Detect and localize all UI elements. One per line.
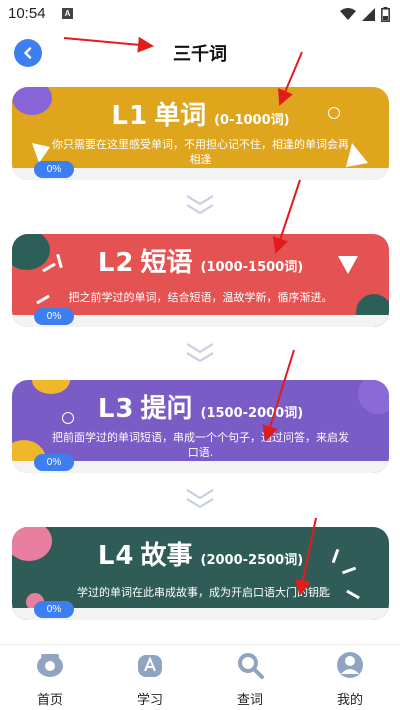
level-card-l4[interactable]: L4 故事 (2000-2500词) 学过的单词在此串成故事，成为开启口语大门的钥匙… xyxy=(12,527,389,620)
level-name: 故事 xyxy=(140,541,193,571)
tab-profile[interactable]: 我的 xyxy=(320,651,380,708)
tab-label: 学习 xyxy=(136,693,163,708)
level-card-l2[interactable]: L2 短语 (1000-1500词) 把之前学过的单词，结合短语，温故学新，循序渐进… xyxy=(12,234,389,327)
tab-label: 我的 xyxy=(336,693,363,708)
battery-icon xyxy=(381,7,390,22)
bottom-tab-bar: 首页 学习 查词 我的 xyxy=(0,644,400,710)
level-code: L4 xyxy=(97,541,135,571)
level-description: 把之前学过的单词，结合短语，温故学新，循序渐进。 xyxy=(68,291,333,304)
page-title: 三千词 xyxy=(173,44,227,65)
search-icon xyxy=(238,653,264,679)
level-heading: L2 短语 (1000-1500词) xyxy=(12,242,389,279)
progress-badge: 0% xyxy=(34,454,74,471)
level-range: (1500-2000词) xyxy=(200,406,304,421)
level-description: 把前面学过的单词短语，串成一个个句子，通过问答，来启发口语. xyxy=(52,431,349,459)
decor-triangle xyxy=(346,143,368,167)
progress-badge: 0% xyxy=(34,308,74,325)
tab-label: 首页 xyxy=(36,693,63,708)
level-range: (1000-1500词) xyxy=(200,260,304,275)
chevron-down-icon xyxy=(186,489,214,509)
level-range: (2000-2500词) xyxy=(200,553,304,568)
level-card-l1[interactable]: L1 单词 (0-1000词) 你只需要在这里感受单词，不用担心记不住，相逢的单词会… xyxy=(12,87,389,180)
level-name: 短语 xyxy=(140,248,193,278)
study-icon xyxy=(138,655,162,677)
notification-a-icon: A xyxy=(62,8,73,19)
status-time: 10:54 xyxy=(8,5,46,22)
tab-home[interactable]: 首页 xyxy=(20,651,80,708)
level-code: L1 xyxy=(111,101,149,131)
level-range: (0-1000词) xyxy=(214,113,290,128)
level-description: 你只需要在这里感受单词，不用担心记不住，相逢的单词会再相逢 xyxy=(52,138,349,166)
status-bar: 10:54 A xyxy=(0,0,400,28)
progress-badge: 0% xyxy=(34,601,74,618)
tab-search[interactable]: 查词 xyxy=(220,651,280,708)
decor-triangle xyxy=(32,143,50,163)
level-description: 学过的单词在此串成故事，成为开启口语大门的钥匙 xyxy=(77,586,330,599)
chevron-down-icon xyxy=(186,195,214,215)
level-name: 提问 xyxy=(140,394,193,424)
progress-badge: 0% xyxy=(34,161,74,178)
profile-icon xyxy=(337,652,363,678)
home-icon xyxy=(37,654,63,677)
level-code: L2 xyxy=(97,248,135,278)
tab-study[interactable]: 学习 xyxy=(120,651,180,708)
level-card-l3[interactable]: L3 提问 (1500-2000词) 把前面学过的单词短语，串成一个个句子，通过问答… xyxy=(12,380,389,473)
chevron-down-icon xyxy=(186,343,214,363)
level-code: L3 xyxy=(97,394,135,424)
level-heading: L1 单词 (0-1000词) xyxy=(12,95,389,132)
system-icons xyxy=(340,7,390,22)
tab-label: 查词 xyxy=(236,693,263,708)
app-header: 三千词 xyxy=(0,30,400,74)
level-heading: L4 故事 (2000-2500词) xyxy=(12,535,389,572)
level-name: 单词 xyxy=(154,101,207,131)
level-heading: L3 提问 (1500-2000词) xyxy=(12,388,389,425)
signal-icon xyxy=(362,8,375,21)
wifi-icon xyxy=(340,8,356,20)
